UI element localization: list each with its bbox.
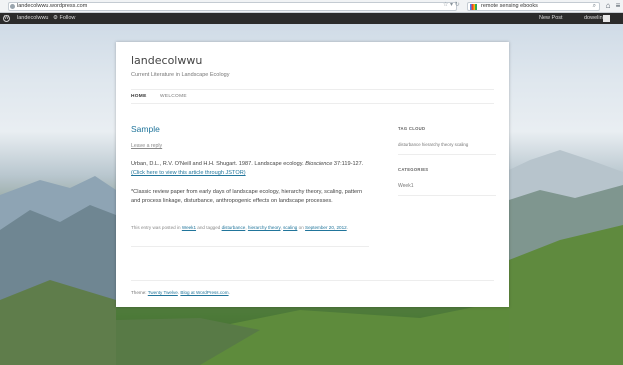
footer-divider xyxy=(131,280,494,281)
wordpress-link[interactable]: Blog at WordPress.com xyxy=(180,290,228,295)
post-date-link[interactable]: September 20, 2012 xyxy=(305,225,347,230)
address-text: landecolwwu.wordpress.com xyxy=(17,3,88,9)
nav-welcome[interactable]: WELCOME xyxy=(160,94,187,99)
avatar[interactable] xyxy=(603,15,610,22)
tag-link-scaling[interactable]: scaling xyxy=(283,225,297,230)
site-footer: Theme: Twenty Twelve. Blog at WordPress.… xyxy=(131,290,230,295)
tag-cloud[interactable]: disturbance hierarchy theory scaling xyxy=(398,142,468,147)
wordpress-logo-icon[interactable]: W xyxy=(3,15,10,22)
search-bar[interactable]: remote sensing ebooks ⌕ xyxy=(467,2,600,11)
site-description: Current Literature in Landscape Ecology xyxy=(131,72,230,78)
google-icon xyxy=(470,4,477,10)
nav-home[interactable]: HOME xyxy=(131,94,147,99)
wordpress-admin-bar: W landecolwwu ⚙ Follow New Post dowelin xyxy=(0,13,623,24)
follow-button[interactable]: ⚙ Follow xyxy=(53,13,75,24)
category-link[interactable]: Week1 xyxy=(182,225,196,230)
address-bar[interactable]: landecolwwu.wordpress.com xyxy=(8,2,457,11)
widget-divider xyxy=(398,154,496,155)
tag-cloud-title: TAG CLOUD xyxy=(398,126,426,131)
admin-site-link[interactable]: landecolwwu xyxy=(17,13,49,24)
search-text: remote sensing ebooks xyxy=(481,3,538,9)
citation-authors: Urban, D.L., R.V. O'Neill and H.H. Shuga… xyxy=(131,161,306,167)
post-divider xyxy=(131,246,369,247)
home-icon[interactable]: ⌂ xyxy=(604,1,612,11)
browser-toolbar: landecolwwu.wordpress.com ☆ ▾ ↻ remote s… xyxy=(0,0,623,13)
search-icon[interactable]: ⌕ xyxy=(593,3,596,10)
citation-volume: 37:119-127. xyxy=(332,161,364,167)
follow-label: Follow xyxy=(59,15,76,21)
main-navigation: HOME WELCOME xyxy=(131,89,494,104)
site-title[interactable]: landecolwwu xyxy=(131,54,202,67)
user-menu[interactable]: dowelin xyxy=(584,13,603,24)
tag-link-hierarchy-theory[interactable]: hierarchy theory xyxy=(248,225,281,230)
site-identity-icon xyxy=(10,4,15,9)
jstor-link[interactable]: (Click here to view this article through… xyxy=(131,170,246,176)
theme-link[interactable]: Twenty Twelve xyxy=(148,290,178,295)
post-citation: Urban, D.L., R.V. O'Neill and H.H. Shuga… xyxy=(131,160,371,178)
widget-divider xyxy=(398,195,496,196)
new-post-button[interactable]: New Post xyxy=(539,13,563,24)
categories-title: CATEGORIES xyxy=(398,167,429,172)
post-summary: *Classic review paper from early days of… xyxy=(131,189,363,204)
bookmark-star-icon[interactable]: ☆ ▾ ↻ xyxy=(443,2,460,9)
leave-reply-link[interactable]: Leave a reply xyxy=(131,143,162,149)
menu-icon[interactable]: ≡ xyxy=(614,1,622,11)
citation-journal: Bioscience xyxy=(305,161,333,167)
category-item[interactable]: Week1 xyxy=(398,183,413,189)
tag-link-disturbance[interactable]: disturbance xyxy=(222,225,246,230)
post-title[interactable]: Sample xyxy=(131,124,160,134)
page-container: landecolwwu Current Literature in Landsc… xyxy=(116,42,509,307)
entry-meta: This entry was posted in Week1 and tagge… xyxy=(131,225,348,230)
